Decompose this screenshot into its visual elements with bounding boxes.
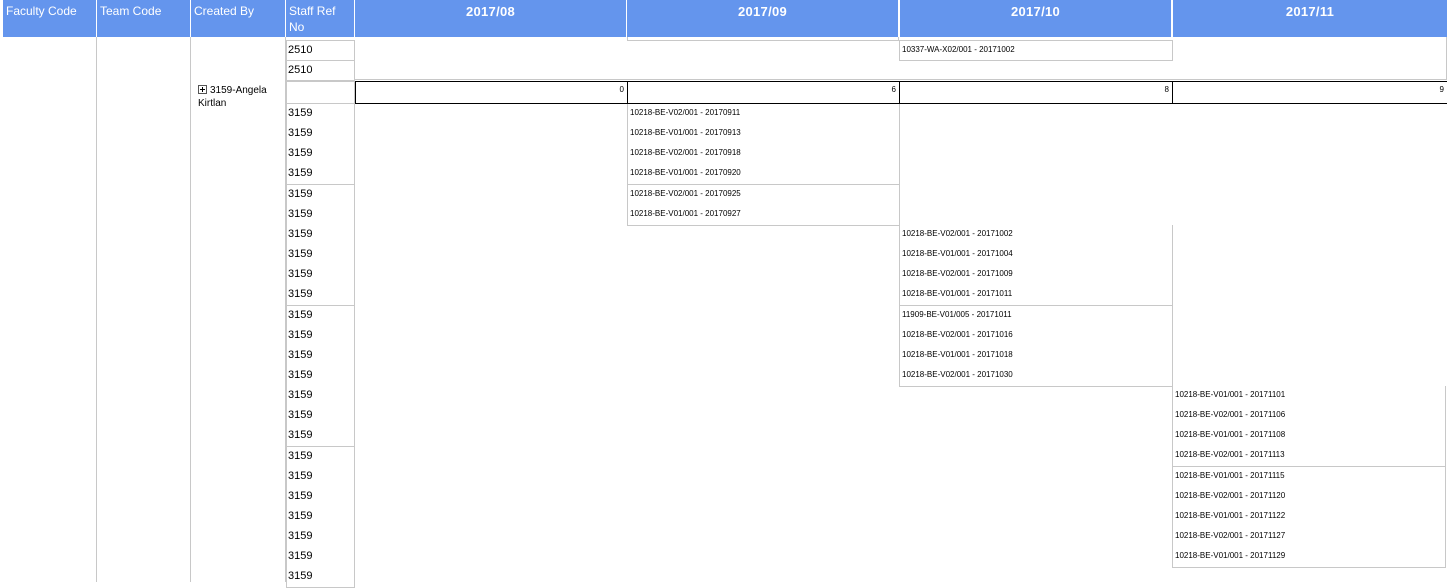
staff-ref-header-line2: No [289,20,305,34]
count-row-ref-cell [286,81,355,104]
staff-ref-cell: 3159 [286,265,355,287]
oct-entry[interactable]: 10218-BE-V02/001 - 20171030 [899,366,1173,388]
staff-ref-cell: 3159 [286,567,355,588]
nov-entry[interactable]: 10218-BE-V02/001 - 20171120 [1172,486,1446,508]
creator-name-line1: 3159-Angela [210,85,267,96]
nov-entry[interactable]: 10218-BE-V02/001 - 20171127 [1172,527,1446,549]
oct-entry[interactable]: 11909-BE-V01/005 - 20171011 [899,305,1173,327]
nov-entry[interactable]: 10218-BE-V01/001 - 20171101 [1172,386,1446,407]
staff-ref-cell: 3159 [286,345,355,367]
count-cell-nov: 9 [1172,81,1447,104]
creator-name-line2: Kirtlan [198,98,227,109]
nov-entry[interactable]: 10218-BE-V01/001 - 20171108 [1172,426,1446,448]
staff-ref-cell: 3159 [286,224,355,246]
staff-ref-cell: 3159 [286,325,355,347]
staff-ref-cell: 3159 [286,285,355,307]
staff-ref-cell: 3159 [286,204,355,226]
sep-entry[interactable]: 10218-BE-V01/001 - 20170913 [627,124,900,146]
staff-ref-cell: 3159 [286,507,355,528]
column-divider [190,37,191,582]
faculty-code-header[interactable]: Faculty Code [3,0,96,37]
staff-ref-cell: 2510 [286,61,355,81]
sep-entry[interactable]: 10218-BE-V01/001 - 20170927 [627,204,900,226]
staff-ref-cell: 3159 [286,426,355,448]
sep-entry[interactable]: 10218-BE-V01/001 - 20170920 [627,164,900,186]
oct-entry[interactable]: 10218-BE-V01/001 - 20171018 [899,345,1173,367]
oct-entry[interactable]: 10218-BE-V01/001 - 20171004 [899,245,1173,267]
staff-ref-cell: 3159 [286,386,355,408]
staff-ref-cell: 3159 [286,305,355,327]
staff-ref-cell: 3159 [286,527,355,549]
creator-group[interactable]: 3159-Angela Kirtlan [198,84,267,110]
nov-entry[interactable]: 10218-BE-V01/001 - 20171115 [1172,466,1446,488]
staff-ref-cell: 3159 [286,144,355,166]
staff-ref-cell: 3159 [286,104,355,125]
oct-entry[interactable]: 10337-WA-X02/001 - 20171002 [899,40,1173,61]
staff-ref-cell: 3159 [286,547,355,569]
staff-ref-cell: 3159 [286,466,355,488]
nov-entry[interactable]: 10218-BE-V02/001 - 20171106 [1172,406,1446,428]
sep-cell-edge [627,37,899,41]
sep-entry[interactable]: 10218-BE-V02/001 - 20170925 [627,184,900,206]
oct-entry[interactable]: 10218-BE-V02/001 - 20171016 [899,325,1173,347]
sep-entry[interactable]: 10218-BE-V02/001 - 20170911 [627,104,900,125]
staff-ref-header-line1: Staff Ref [289,4,336,18]
oct-entry[interactable]: 10218-BE-V02/001 - 20171002 [899,225,1173,246]
staff-ref-header[interactable]: Staff Ref No [286,0,354,37]
staff-ref-cell: 3159 [286,446,355,468]
column-divider [354,104,355,582]
staff-ref-cell: 3159 [286,245,355,267]
oct-entry[interactable]: 10218-BE-V02/001 - 20171009 [899,265,1173,287]
sep-entry[interactable]: 10218-BE-V02/001 - 20170918 [627,144,900,166]
nov-entry[interactable]: 10218-BE-V01/001 - 20171122 [1172,506,1446,528]
staff-ref-cell: 3159 [286,486,355,508]
count-cell-oct: 8 [899,81,1173,104]
expand-plus-icon[interactable] [198,85,207,94]
staff-ref-cell: 2510 [286,40,355,61]
month-header-aug[interactable]: 2017/08 [355,0,626,37]
staff-ref-cell: 3159 [286,184,355,206]
month-header-nov[interactable]: 2017/11 [1173,0,1447,37]
month-header-sep[interactable]: 2017/09 [627,0,898,37]
team-code-header[interactable]: Team Code [97,0,190,37]
nov-cell-edge [1173,37,1447,61]
nov-entry[interactable]: 10218-BE-V02/001 - 20171113 [1172,446,1446,468]
staff-ref-cell: 3159 [286,124,355,146]
prev-group-border [355,61,1447,80]
staff-ref-cell: 3159 [286,365,355,387]
count-cell-sep: 6 [627,81,900,104]
created-by-header[interactable]: Created By [191,0,285,37]
staff-ref-cell: 3159 [286,164,355,186]
column-divider [96,37,97,582]
nov-entry[interactable]: 10218-BE-V01/001 - 20171129 [1172,547,1446,569]
oct-entry[interactable]: 10218-BE-V01/001 - 20171011 [899,285,1173,307]
count-cell-aug: 0 [355,81,628,104]
staff-ref-cell: 3159 [286,406,355,428]
month-header-oct[interactable]: 2017/10 [900,0,1171,37]
